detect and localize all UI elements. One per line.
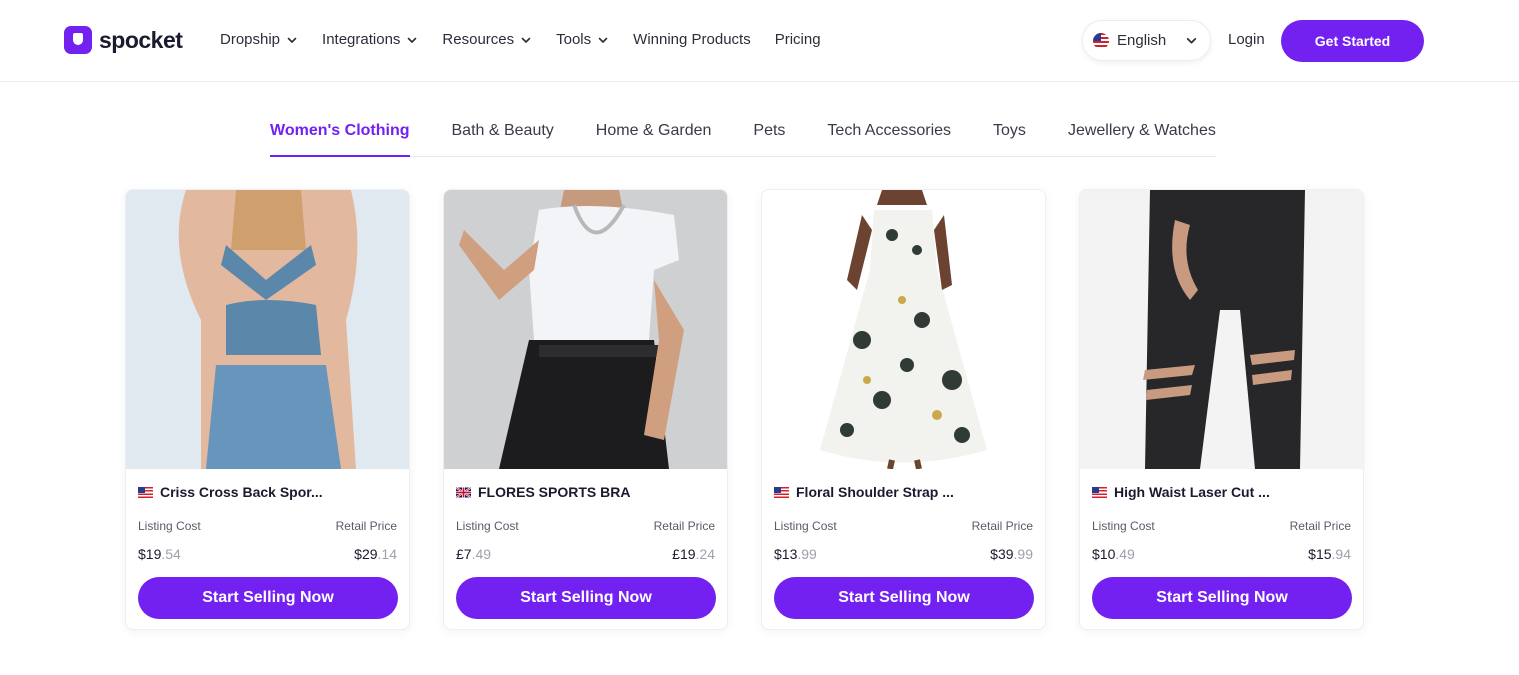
product-name[interactable]: High Waist Laser Cut ... [1114, 484, 1270, 500]
product-card: Floral Shoulder Strap ... Listing Cost R… [761, 189, 1046, 630]
us-flag-icon [1093, 32, 1109, 49]
logo-text: spocket [99, 26, 183, 53]
price-main: $29 [354, 546, 378, 562]
nav-item-label: Tools [556, 31, 592, 48]
chevron-down-icon [287, 37, 297, 43]
listing-cost-label: Listing Cost [1092, 519, 1155, 533]
product-image[interactable] [762, 190, 1045, 469]
price-main: $15 [1308, 546, 1332, 562]
chevron-down-icon [598, 37, 608, 43]
price-cents: .49 [471, 546, 492, 562]
us-flag-icon [1092, 486, 1107, 498]
us-flag-icon [774, 486, 789, 498]
nav-item-label: Dropship [220, 31, 281, 48]
tab-pets[interactable]: Pets [753, 112, 785, 157]
product-title: FLORES SPORTS BRA [456, 484, 630, 500]
nav-item-label: Resources [442, 31, 515, 48]
product-photo-floral-dress [762, 190, 1045, 469]
product-title: Criss Cross Back Spor... [138, 484, 323, 500]
chevron-down-icon [1186, 38, 1197, 44]
category-tabs: Women's Clothing Bath & Beauty Home & Ga… [270, 112, 1216, 157]
tab-jewellery-watches[interactable]: Jewellery & Watches [1068, 112, 1216, 157]
price-cents: .49 [1115, 546, 1135, 562]
price-cents: .99 [797, 546, 817, 562]
nav-item-resources[interactable]: Resources [442, 31, 532, 48]
product-card: High Waist Laser Cut ... Listing Cost Re… [1079, 189, 1364, 630]
logo-icon [64, 26, 92, 54]
nav-item-dropship[interactable]: Dropship [220, 31, 298, 48]
nav-item-pricing[interactable]: Pricing [775, 31, 821, 48]
price-main: $19 [138, 546, 162, 562]
product-name[interactable]: Criss Cross Back Spor... [160, 484, 323, 500]
start-selling-button[interactable]: Start Selling Now [456, 577, 716, 619]
price-cents: .14 [377, 546, 397, 562]
nav-item-tools[interactable]: Tools [556, 31, 609, 48]
uk-flag-icon [456, 486, 471, 498]
start-selling-button[interactable]: Start Selling Now [774, 577, 1034, 619]
chevron-down-icon [408, 37, 417, 43]
retail-price-value: $29.14 [354, 546, 397, 562]
product-photo-sports-bra [126, 190, 409, 469]
get-started-button[interactable]: Get Started [1281, 20, 1424, 62]
tab-womens-clothing[interactable]: Women's Clothing [270, 112, 410, 157]
price-main: $39 [990, 546, 1014, 562]
listing-cost-label: Listing Cost [774, 519, 837, 533]
price-main: £7 [456, 546, 472, 562]
retail-price-value: $15.94 [1308, 546, 1351, 562]
product-photo-white-bodysuit [444, 190, 727, 469]
tab-home-garden[interactable]: Home & Garden [596, 112, 712, 157]
listing-cost-label: Listing Cost [138, 519, 201, 533]
product-image[interactable] [444, 190, 727, 469]
retail-price-value: £19.24 [672, 546, 715, 562]
site-header: spocket Dropship Integrations Resources … [0, 0, 1519, 82]
retail-price-label: Retail Price [653, 519, 715, 533]
product-image[interactable] [1080, 190, 1363, 469]
tab-toys[interactable]: Toys [993, 112, 1026, 157]
listing-cost-value: $10.49 [1092, 546, 1135, 562]
product-title: Floral Shoulder Strap ... [774, 484, 954, 500]
nav-item-label: Winning Products [633, 31, 751, 48]
nav-item-integrations[interactable]: Integrations [322, 31, 418, 48]
nav-item-winning-products[interactable]: Winning Products [633, 31, 751, 48]
retail-price-label: Retail Price [1289, 519, 1351, 533]
retail-price-value: $39.99 [990, 546, 1033, 562]
language-label: English [1117, 32, 1167, 49]
us-flag-icon [138, 486, 153, 498]
nav-item-label: Pricing [774, 31, 821, 48]
price-cents: .99 [1013, 546, 1033, 562]
listing-cost-label: Listing Cost [456, 519, 519, 533]
retail-price-label: Retail Price [971, 519, 1033, 533]
product-image[interactable] [126, 190, 409, 469]
listing-cost-value: £7.49 [456, 546, 491, 562]
price-main: $10 [1092, 546, 1116, 562]
spocket-logo[interactable]: spocket [64, 26, 183, 54]
login-link[interactable]: Login [1228, 31, 1265, 48]
product-photo-leggings [1080, 190, 1363, 469]
chevron-down-icon [521, 37, 531, 43]
tab-tech-accessories[interactable]: Tech Accessories [827, 112, 951, 157]
start-selling-button[interactable]: Start Selling Now [1092, 577, 1352, 619]
price-cents: .94 [1331, 546, 1351, 562]
main-nav: Dropship Integrations Resources Tools Wi… [220, 31, 845, 48]
price-main: $13 [774, 546, 798, 562]
price-main: £19 [672, 546, 696, 562]
start-selling-button[interactable]: Start Selling Now [138, 577, 398, 619]
price-cents: .54 [161, 546, 181, 562]
tab-bath-beauty[interactable]: Bath & Beauty [452, 112, 554, 157]
price-cents: .24 [695, 546, 715, 562]
product-name[interactable]: FLORES SPORTS BRA [478, 484, 630, 500]
product-name[interactable]: Floral Shoulder Strap ... [796, 484, 954, 500]
product-card: Criss Cross Back Spor... Listing Cost Re… [125, 189, 410, 630]
retail-price-label: Retail Price [335, 519, 397, 533]
nav-item-label: Integrations [322, 31, 401, 48]
language-selector[interactable]: English [1082, 20, 1211, 61]
product-card: FLORES SPORTS BRA Listing Cost Retail Pr… [443, 189, 728, 630]
product-title: High Waist Laser Cut ... [1092, 484, 1270, 500]
listing-cost-value: $13.99 [774, 546, 817, 562]
listing-cost-value: $19.54 [138, 546, 181, 562]
